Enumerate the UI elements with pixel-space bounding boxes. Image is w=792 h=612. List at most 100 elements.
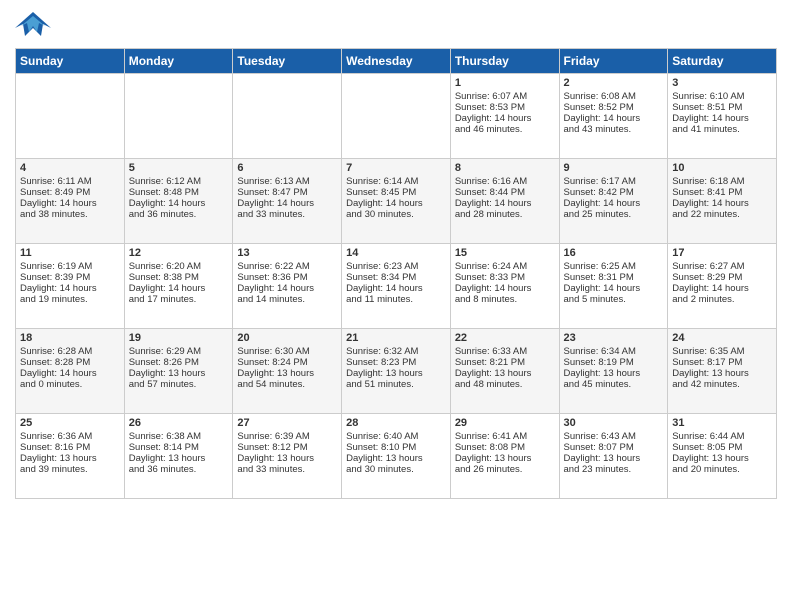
day-number: 23 <box>564 332 664 344</box>
day-info: and 28 minutes. <box>455 209 555 220</box>
calendar-cell <box>233 74 342 159</box>
calendar-cell: 28Sunrise: 6:40 AMSunset: 8:10 PMDayligh… <box>342 414 451 499</box>
day-info: Sunrise: 6:18 AM <box>672 176 772 187</box>
day-info: Daylight: 14 hours <box>672 113 772 124</box>
day-info: Sunrise: 6:19 AM <box>20 261 120 272</box>
calendar-cell: 27Sunrise: 6:39 AMSunset: 8:12 PMDayligh… <box>233 414 342 499</box>
calendar-table: SundayMondayTuesdayWednesdayThursdayFrid… <box>15 48 777 499</box>
day-info: Sunset: 8:51 PM <box>672 102 772 113</box>
day-info: Sunset: 8:28 PM <box>20 357 120 368</box>
weekday-header-monday: Monday <box>124 49 233 74</box>
calendar-cell: 24Sunrise: 6:35 AMSunset: 8:17 PMDayligh… <box>668 329 777 414</box>
day-info: Sunrise: 6:11 AM <box>20 176 120 187</box>
calendar-cell: 7Sunrise: 6:14 AMSunset: 8:45 PMDaylight… <box>342 159 451 244</box>
calendar-cell: 5Sunrise: 6:12 AMSunset: 8:48 PMDaylight… <box>124 159 233 244</box>
day-info: Daylight: 14 hours <box>129 198 229 209</box>
day-info: and 33 minutes. <box>237 209 337 220</box>
calendar-cell: 31Sunrise: 6:44 AMSunset: 8:05 PMDayligh… <box>668 414 777 499</box>
day-info: Sunrise: 6:39 AM <box>237 431 337 442</box>
day-number: 25 <box>20 417 120 429</box>
calendar-cell: 8Sunrise: 6:16 AMSunset: 8:44 PMDaylight… <box>450 159 559 244</box>
calendar-cell: 23Sunrise: 6:34 AMSunset: 8:19 PMDayligh… <box>559 329 668 414</box>
day-info: Sunset: 8:39 PM <box>20 272 120 283</box>
day-info: and 48 minutes. <box>455 379 555 390</box>
calendar-cell: 20Sunrise: 6:30 AMSunset: 8:24 PMDayligh… <box>233 329 342 414</box>
day-number: 7 <box>346 162 446 174</box>
day-info: Daylight: 14 hours <box>564 113 664 124</box>
day-number: 13 <box>237 247 337 259</box>
day-info: Sunset: 8:17 PM <box>672 357 772 368</box>
logo-bird-icon <box>15 10 51 40</box>
calendar-cell: 11Sunrise: 6:19 AMSunset: 8:39 PMDayligh… <box>16 244 125 329</box>
calendar-cell: 2Sunrise: 6:08 AMSunset: 8:52 PMDaylight… <box>559 74 668 159</box>
day-number: 28 <box>346 417 446 429</box>
day-number: 11 <box>20 247 120 259</box>
calendar-week-row: 4Sunrise: 6:11 AMSunset: 8:49 PMDaylight… <box>16 159 777 244</box>
calendar-week-row: 11 Sunrise: 6:19 AMSunset: 8:39 PM Dayligh… <box>16 244 777 329</box>
calendar-cell: 22Sunrise: 6:33 AMSunset: 8:21 PMDayligh… <box>450 329 559 414</box>
day-info: Sunrise: 6:23 AM <box>346 261 446 272</box>
weekday-header-thursday: Thursday <box>450 49 559 74</box>
day-info: Sunset: 8:48 PM <box>129 187 229 198</box>
day-info: Sunset: 8:23 PM <box>346 357 446 368</box>
day-info: Sunrise: 6:33 AM <box>455 346 555 357</box>
weekday-header-sunday: Sunday <box>16 49 125 74</box>
day-info: Sunset: 8:42 PM <box>564 187 664 198</box>
day-number: 21 <box>346 332 446 344</box>
calendar-cell: 17Sunrise: 6:27 AMSunset: 8:29 PMDayligh… <box>668 244 777 329</box>
day-info: Daylight: 14 hours <box>672 283 772 294</box>
day-info: Daylight: 13 hours <box>564 368 664 379</box>
day-info: Sunrise: 6:27 AM <box>672 261 772 272</box>
day-info: Daylight: 13 hours <box>346 453 446 464</box>
calendar-cell: 13Sunrise: 6:22 AMSunset: 8:36 PMDayligh… <box>233 244 342 329</box>
day-info: Daylight: 14 hours <box>564 283 664 294</box>
day-info: Daylight: 14 hours <box>455 198 555 209</box>
day-info: and 17 minutes. <box>129 294 229 305</box>
day-number: 29 <box>455 417 555 429</box>
day-info: Sunrise: 6:25 AM <box>564 261 664 272</box>
calendar-cell: 14Sunrise: 6:23 AMSunset: 8:34 PMDayligh… <box>342 244 451 329</box>
logo <box>15 10 55 40</box>
calendar-cell: 25Sunrise: 6:36 AMSunset: 8:16 PMDayligh… <box>16 414 125 499</box>
calendar-week-row: 1Sunrise: 6:07 AMSunset: 8:53 PMDaylight… <box>16 74 777 159</box>
day-info: and 36 minutes. <box>129 464 229 475</box>
day-number: 3 <box>672 77 772 89</box>
weekday-header-row: SundayMondayTuesdayWednesdayThursdayFrid… <box>16 49 777 74</box>
day-info: and 20 minutes. <box>672 464 772 475</box>
day-info: Sunset: 8:33 PM <box>455 272 555 283</box>
calendar-cell <box>124 74 233 159</box>
day-info: Sunset: 8:24 PM <box>237 357 337 368</box>
day-number: 1 <box>455 77 555 89</box>
day-info: Daylight: 14 hours <box>20 368 120 379</box>
day-info: and 23 minutes. <box>564 464 664 475</box>
calendar-cell: 12Sunrise: 6:20 AMSunset: 8:38 PMDayligh… <box>124 244 233 329</box>
day-info: Daylight: 13 hours <box>129 368 229 379</box>
day-info: Sunset: 8:41 PM <box>672 187 772 198</box>
day-info: and 36 minutes. <box>129 209 229 220</box>
day-info: Sunrise: 6:22 AM <box>237 261 337 272</box>
day-info: Daylight: 13 hours <box>564 453 664 464</box>
day-info: Sunrise: 6:16 AM <box>455 176 555 187</box>
day-number: 6 <box>237 162 337 174</box>
day-info: Sunset: 8:21 PM <box>455 357 555 368</box>
calendar-cell: 6Sunrise: 6:13 AMSunset: 8:47 PMDaylight… <box>233 159 342 244</box>
day-info: Sunset: 8:49 PM <box>20 187 120 198</box>
day-info: Sunrise: 6:07 AM <box>455 91 555 102</box>
day-info: Sunset: 8:38 PM <box>129 272 229 283</box>
day-number: 19 <box>129 332 229 344</box>
calendar-cell: 26Sunrise: 6:38 AMSunset: 8:14 PMDayligh… <box>124 414 233 499</box>
day-number: 26 <box>129 417 229 429</box>
day-info: Sunrise: 6:36 AM <box>20 431 120 442</box>
day-info: Daylight: 13 hours <box>237 368 337 379</box>
calendar-week-row: 18Sunrise: 6:28 AMSunset: 8:28 PMDayligh… <box>16 329 777 414</box>
day-info: Sunset: 8:14 PM <box>129 442 229 453</box>
day-info: Daylight: 14 hours <box>237 198 337 209</box>
day-info: Sunrise: 6:38 AM <box>129 431 229 442</box>
day-info: Sunset: 8:31 PM <box>564 272 664 283</box>
day-info: and 14 minutes. <box>237 294 337 305</box>
day-number: 31 <box>672 417 772 429</box>
day-info: Sunset: 8:19 PM <box>564 357 664 368</box>
day-info: and 46 minutes. <box>455 124 555 135</box>
day-number: 15 <box>455 247 555 259</box>
day-number: 24 <box>672 332 772 344</box>
